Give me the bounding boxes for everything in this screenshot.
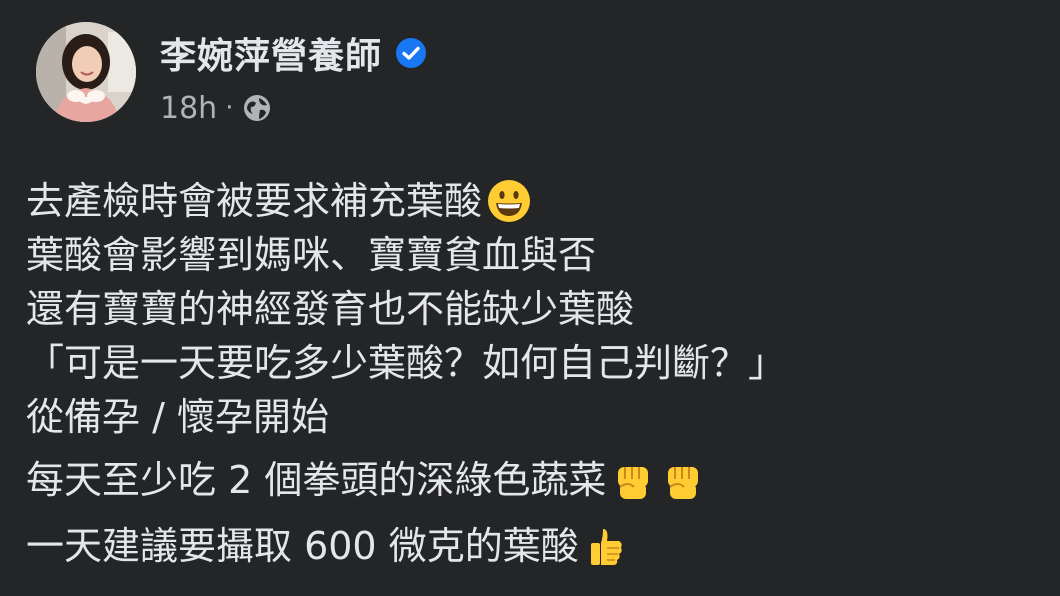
post-line-text: 一天建議要攝取 600 微克的葉酸 (26, 524, 579, 568)
post-line-text: 去產檢時會被要求補充葉酸 (26, 179, 483, 223)
author-name[interactable]: 李婉萍營養師 (160, 27, 382, 79)
post-body: 去產檢時會被要求補充葉酸 葉酸會影響到媽咪、寶寶貧血與否 還有寶寶的神經發育也不… (26, 174, 1046, 576)
avatar[interactable] (36, 22, 136, 122)
raised-fist-emoji-icon (610, 457, 656, 503)
post-line: 從備孕 / 懷孕開始 (26, 390, 1046, 444)
thumbs-up-emoji-icon (583, 523, 629, 569)
author-row: 李婉萍營養師 (160, 22, 428, 84)
post-meta: 李婉萍營養師 18h · (160, 22, 428, 128)
post-card: 李婉萍營養師 18h · 去產檢時會被要求補充葉酸 葉酸會影響到媽咪、寶寶貧血與… (0, 0, 1060, 596)
post-line: 每天至少吃 2 個拳頭的深綠色蔬菜 (26, 450, 1046, 510)
post-line-text: 從備孕 / 懷孕開始 (26, 395, 329, 439)
verified-badge-icon (394, 36, 428, 70)
post-line: 一天建議要攝取 600 微克的葉酸 (26, 516, 1046, 576)
post-line: 「可是一天要吃多少葉酸？如何自己判斷？」 (26, 336, 1046, 390)
grinning-face-emoji-icon (486, 178, 532, 224)
raised-fist-emoji-icon (660, 457, 706, 503)
post-line-text: 還有寶寶的神經發育也不能缺少葉酸 (26, 287, 635, 331)
post-line: 葉酸會影響到媽咪、寶寶貧血與否 (26, 228, 1046, 282)
post-line-text: 每天至少吃 2 個拳頭的深綠色蔬菜 (26, 458, 607, 502)
post-sub-row: 18h · (160, 88, 428, 128)
post-timestamp[interactable]: 18h (160, 91, 217, 126)
avatar-image (36, 22, 136, 122)
post-line: 去產檢時會被要求補充葉酸 (26, 174, 1046, 228)
post-line: 還有寶寶的神經發育也不能缺少葉酸 (26, 282, 1046, 336)
post-header: 李婉萍營養師 18h · (36, 22, 428, 138)
meta-separator: · (225, 93, 234, 123)
post-line-text: 「可是一天要吃多少葉酸？如何自己判斷？」 (26, 341, 787, 385)
post-line-text: 葉酸會影響到媽咪、寶寶貧血與否 (26, 233, 597, 277)
globe-icon[interactable] (241, 92, 273, 124)
